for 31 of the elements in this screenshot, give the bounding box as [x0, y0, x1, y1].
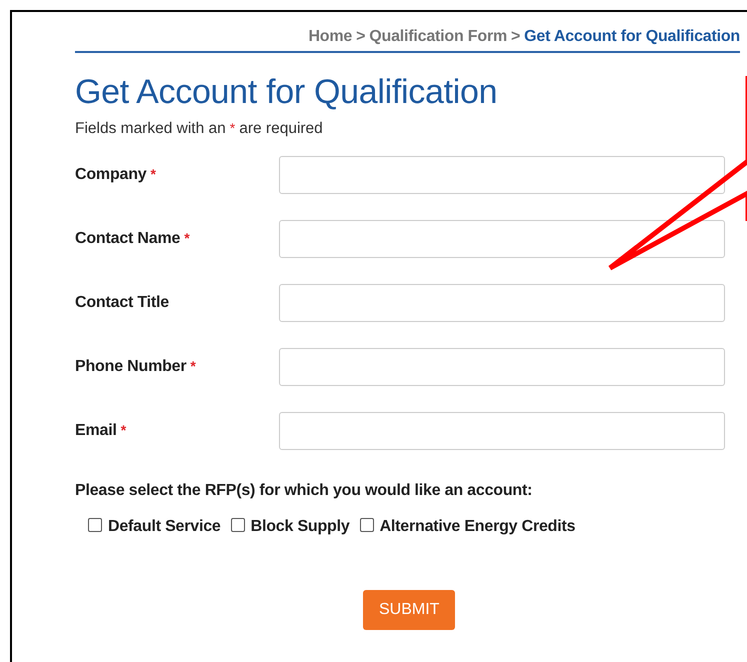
breadcrumb-link[interactable]: Get Account for Qualification	[524, 28, 740, 46]
checkbox[interactable]	[230, 518, 245, 532]
required-asterisk: *	[184, 230, 190, 248]
breadcrumb-separator: >	[356, 28, 366, 46]
input-field[interactable]	[279, 220, 725, 258]
input-field[interactable]	[279, 284, 725, 322]
breadcrumb-link[interactable]: Home	[308, 28, 352, 46]
required-asterisk: *	[230, 120, 236, 138]
field-label: Phone Number	[75, 358, 186, 376]
required-asterisk: *	[190, 358, 196, 376]
submit-button[interactable]: SUBMIT	[363, 590, 456, 630]
required-asterisk: *	[120, 422, 126, 440]
field-label: Contact Name	[75, 230, 180, 248]
input-field[interactable]	[279, 156, 725, 194]
required-note: Fields marked with an	[75, 120, 226, 138]
checkbox-label: Default Service	[108, 518, 221, 536]
input-field[interactable]	[279, 348, 725, 386]
field-label: Email	[75, 422, 117, 440]
field-label: Contact Title	[75, 294, 170, 312]
page-title: Get Account for Qualification	[75, 73, 498, 112]
rfp-prompt: Please select the RFP(s) for which you would like an account:	[75, 482, 534, 500]
input-field[interactable]	[279, 412, 725, 450]
required-asterisk: *	[150, 166, 156, 184]
required-note: are required	[239, 120, 323, 138]
checkbox[interactable]	[360, 518, 374, 532]
breadcrumb-link[interactable]: Qualification Form	[369, 28, 507, 46]
checkbox[interactable]	[88, 518, 102, 532]
breadcrumb-separator: >	[511, 28, 520, 46]
checkbox-label: Alternative Energy Credits	[380, 518, 576, 536]
field-label: Company	[75, 166, 146, 184]
checkbox-label: Block Supply	[250, 518, 350, 536]
